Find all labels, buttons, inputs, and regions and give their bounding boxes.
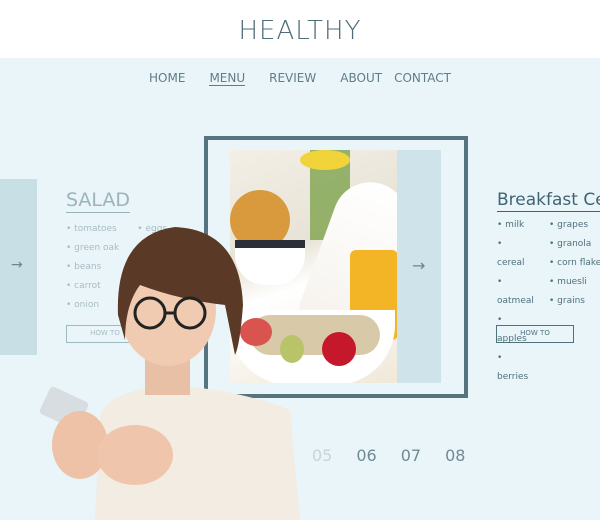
page-07[interactable]: 07 (401, 446, 421, 465)
breakfast-howto-button[interactable]: HOW TO (496, 325, 574, 343)
breakfast-list-2: • grapes • granola • corn flakes • muesl… (549, 220, 600, 306)
page-05[interactable]: 05 (312, 446, 332, 465)
breakfast-list-1: • milk • cereal • oatmeal • apples • ber… (497, 220, 534, 382)
header: HEALTHY (0, 0, 600, 58)
main-nav: HOME MENU REVIEW ABOUT CONTACT (0, 71, 600, 86)
slider-next-arrow-icon[interactable]: → (412, 256, 425, 275)
page-08[interactable]: 08 (445, 446, 465, 465)
arrow-right-icon[interactable]: → (11, 257, 23, 273)
nav-menu[interactable]: MENU (209, 71, 246, 86)
woman-with-phone-photo (40, 227, 300, 520)
nav-home[interactable]: HOME (149, 71, 185, 86)
nav-contact[interactable]: CONTACT (394, 71, 451, 86)
salad-title: SALAD (66, 189, 131, 213)
breakfast-card: Breakfast Ce • milk • cereal • oatmeal •… (497, 190, 600, 387)
nav-review[interactable]: REVIEW (269, 71, 316, 86)
site-title: HEALTHY (238, 16, 362, 46)
breakfast-title: Breakfast Ce (497, 190, 600, 212)
nav-about[interactable]: ABOUT (340, 71, 382, 86)
page-06[interactable]: 06 (356, 446, 376, 465)
pagination: 05 06 07 08 (312, 446, 465, 465)
